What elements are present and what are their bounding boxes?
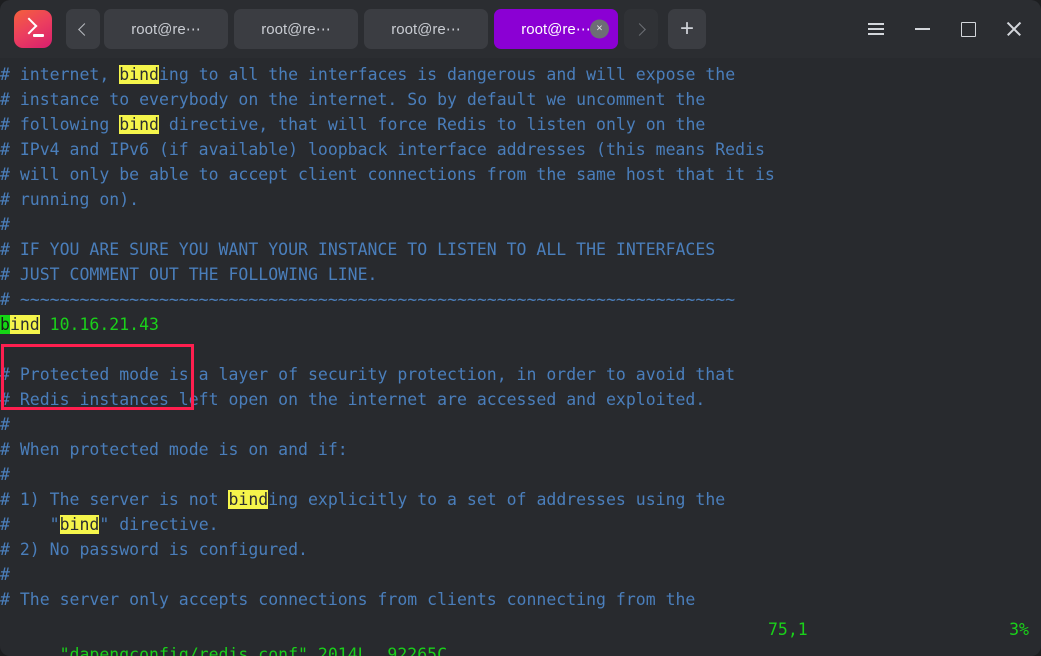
text-run: # internet, — [0, 65, 120, 84]
terminal-line: # will only be able to accept client con… — [0, 162, 1041, 187]
chevron-left-icon — [78, 22, 91, 36]
close-tab-icon[interactable]: × — [590, 19, 609, 39]
tab-scroll-forward-button[interactable] — [624, 9, 658, 49]
close-icon — [1005, 20, 1023, 38]
terminal-line: # 2) No password is configured. — [0, 537, 1041, 562]
terminal-line: # ~~~~~~~~~~~~~~~~~~~~~~~~~~~~~~~~~~~~~~… — [0, 287, 1041, 312]
search-match: bind — [59, 515, 100, 534]
status-cursor-position: 75,1 — [768, 620, 808, 639]
text-run: ing to all the interfaces is dangerous a… — [158, 65, 736, 84]
minimize-button[interactable] — [899, 6, 945, 52]
hamburger-menu-icon — [868, 20, 884, 39]
close-window-button[interactable] — [991, 6, 1037, 52]
new-tab-button[interactable]: + — [668, 9, 706, 49]
text-run: directive, that will force Redis to list… — [158, 115, 706, 134]
text-run: # Protected mode is a layer of security … — [0, 365, 736, 384]
terminal-prompt-icon — [14, 10, 52, 48]
tab-label: root@re⋯ — [261, 21, 331, 38]
text-run: ing explicitly to a set of addresses usi… — [268, 490, 726, 509]
chevron-right-icon — [633, 22, 646, 36]
terminal-line: # IPv4 and IPv6 (if available) loopback … — [0, 137, 1041, 162]
terminal-content[interactable]: # internet, binding to all the interface… — [0, 58, 1041, 656]
status-file-info: "dapengconfig/redis.conf" 2014L, 92265C — [59, 645, 448, 656]
text-run: # instance to everybody on the internet.… — [0, 90, 706, 109]
terminal-line: # following bind directive, that will fo… — [0, 112, 1041, 137]
text-run: 10.16.21.43 — [39, 315, 159, 334]
tab-scroll-back-button[interactable] — [66, 9, 100, 49]
text-run: # — [0, 415, 10, 434]
terminal-line: # "bind" directive. — [0, 512, 1041, 537]
tab-label: root@re⋯ — [521, 21, 591, 38]
terminal-line: # — [0, 412, 1041, 437]
tab-label: root@re⋯ — [391, 21, 461, 38]
text-run: # will only be able to accept client con… — [0, 165, 775, 184]
text-run: # — [0, 215, 10, 234]
text-run: # " — [0, 515, 60, 534]
terminal-line: # — [0, 562, 1041, 587]
terminal-line: # Protected mode is a layer of security … — [0, 362, 1041, 387]
terminal-line: # 1) The server is not binding explicitl… — [0, 487, 1041, 512]
minimize-icon — [914, 28, 930, 30]
text-run: # following — [0, 115, 120, 134]
tab-2[interactable]: root@re⋯ — [364, 9, 488, 49]
text-run: # JUST COMMENT OUT THE FOLLOWING LINE. — [0, 265, 378, 284]
prompt-underscore-glyph — [33, 34, 44, 37]
text-run: # — [0, 565, 10, 584]
terminal-line: # Redis instances left open on the inter… — [0, 387, 1041, 412]
title-bar: root@re⋯ root@re⋯ root@re⋯ root@re⋯ × + — [0, 0, 1041, 58]
text-run: # When protected mode is on and if: — [0, 440, 348, 459]
terminal-line: # IF YOU ARE SURE YOU WANT YOUR INSTANCE… — [0, 237, 1041, 262]
terminal-window: root@re⋯ root@re⋯ root@re⋯ root@re⋯ × + — [0, 0, 1041, 656]
text-run: # IPv4 and IPv6 (if available) loopback … — [0, 140, 765, 159]
prompt-chevron-glyph — [20, 17, 38, 35]
terminal-line: # internet, binding to all the interface… — [0, 62, 1041, 87]
search-match: bind — [228, 490, 269, 509]
terminal-line: # instance to everybody on the internet.… — [0, 87, 1041, 112]
search-match: bind — [119, 115, 159, 134]
terminal-text-lines: # internet, binding to all the interface… — [0, 62, 1041, 612]
search-match: bind — [119, 65, 159, 84]
terminal-line: bind 10.16.21.43 — [0, 312, 1041, 337]
search-match: ind — [9, 315, 40, 334]
status-scroll-percent: 3% — [1009, 620, 1029, 639]
terminal-line: # The server only accepts connections fr… — [0, 587, 1041, 612]
tab-label: root@re⋯ — [131, 21, 201, 38]
menu-button[interactable] — [853, 6, 899, 52]
text-run: # 1) The server is not — [0, 490, 229, 509]
maximize-icon — [960, 21, 976, 37]
text-run: # IF YOU ARE SURE YOU WANT YOUR INSTANCE… — [0, 240, 716, 259]
tab-1[interactable]: root@re⋯ — [234, 9, 358, 49]
text-run: # ~~~~~~~~~~~~~~~~~~~~~~~~~~~~~~~~~~~~~~… — [0, 290, 736, 309]
text-run: # running on). — [0, 190, 140, 209]
terminal-line: # JUST COMMENT OUT THE FOLLOWING LINE. — [0, 262, 1041, 287]
terminal-line: # — [0, 212, 1041, 237]
terminal-line: # When protected mode is on and if: — [0, 437, 1041, 462]
text-run: # — [0, 465, 10, 484]
tab-3-active[interactable]: root@re⋯ × — [494, 9, 618, 49]
terminal-line: # — [0, 462, 1041, 487]
text-run: # 2) No password is configured. — [0, 540, 308, 559]
maximize-button[interactable] — [945, 6, 991, 52]
tab-0[interactable]: root@re⋯ — [104, 9, 228, 49]
vim-status-line: "dapengconfig/redis.conf" 2014L, 92265C … — [0, 617, 1041, 656]
cursor-cell: b — [0, 315, 10, 334]
terminal-line: # running on). — [0, 187, 1041, 212]
text-run: " directive. — [99, 515, 219, 534]
text-run: # Redis instances left open on the inter… — [0, 390, 706, 409]
text-run: # The server only accepts connections fr… — [0, 590, 696, 609]
